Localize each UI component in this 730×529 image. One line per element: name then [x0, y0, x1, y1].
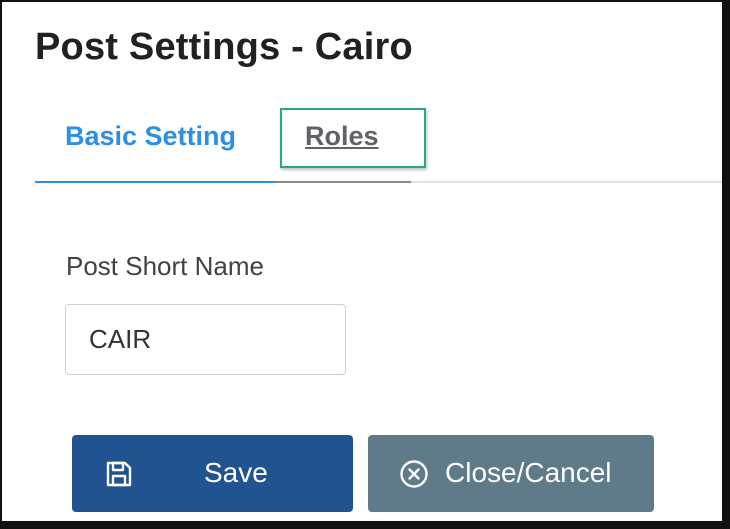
- tab-basic-setting[interactable]: Basic Setting: [35, 90, 275, 184]
- page-title: Post Settings - Cairo: [35, 26, 413, 68]
- circle-x-icon: [399, 459, 429, 489]
- save-button[interactable]: Save: [72, 435, 353, 512]
- post-short-name-input[interactable]: [65, 304, 346, 375]
- tab-basic-setting-label: Basic Setting: [65, 121, 237, 151]
- roles-highlight-box: [280, 108, 426, 168]
- active-tab-indicator: [35, 181, 275, 183]
- floppy-disk-icon: [104, 459, 134, 489]
- tab-roles-indicator: [275, 181, 411, 183]
- post-short-name-label: Post Short Name: [66, 251, 264, 281]
- close-cancel-button-label: Close/Cancel: [445, 457, 612, 488]
- save-button-label: Save: [204, 457, 268, 488]
- close-cancel-button[interactable]: Close/Cancel: [368, 435, 654, 512]
